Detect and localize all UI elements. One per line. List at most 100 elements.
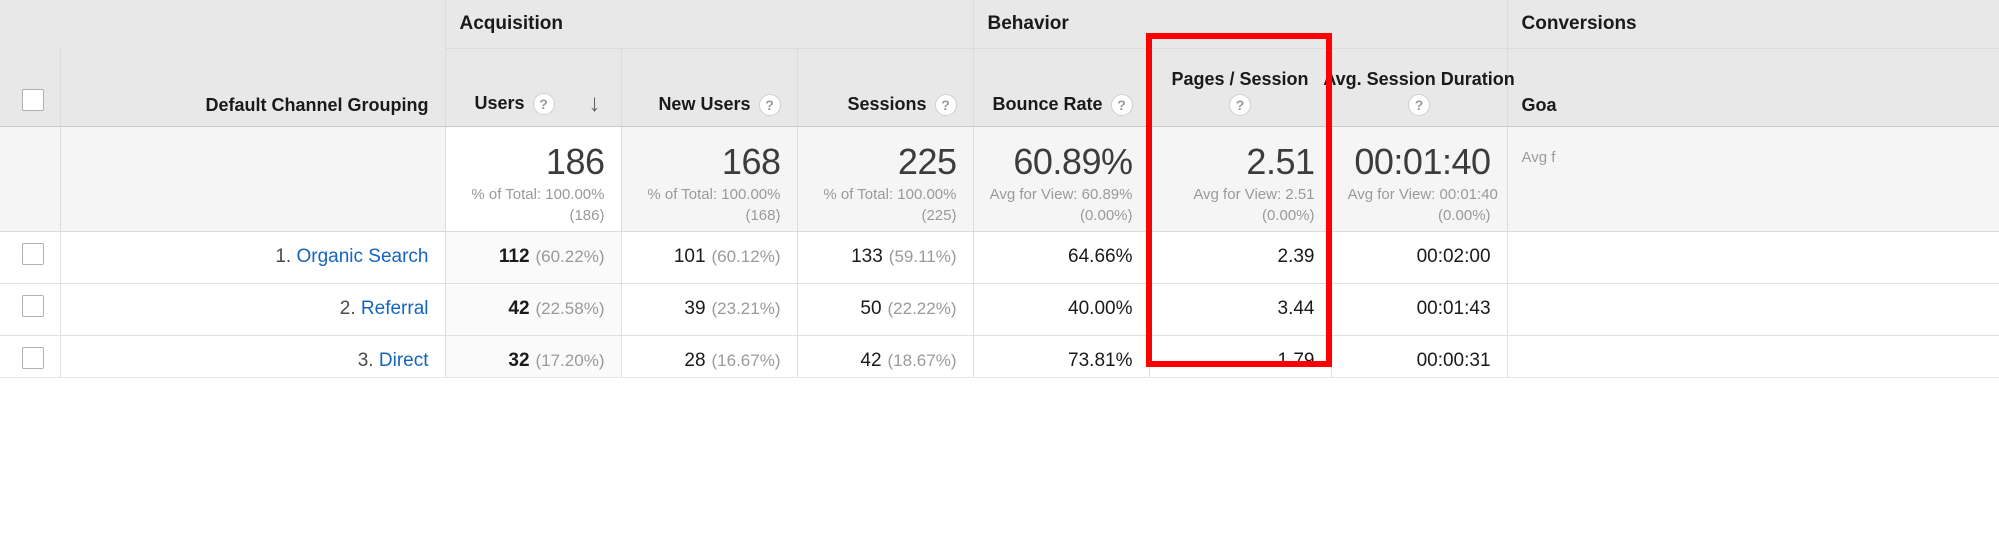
row-select-cell[interactable] [0, 231, 60, 284]
group-header-conversions: Conversions [1506, 0, 1999, 49]
dimension-column-header[interactable]: Default Channel Grouping [59, 48, 445, 127]
row-new-users-value: 101 [673, 246, 706, 267]
row-pages-session-cell: 3.44 [1148, 283, 1331, 336]
row-goal-conversion-cell [1506, 283, 1999, 336]
column-header-avg-session-duration[interactable]: Avg. Session Duration ? [1323, 48, 1515, 127]
summary-pages-session-sub1: Avg for View: 2.51 [1193, 186, 1315, 204]
help-icon[interactable]: ? [934, 93, 957, 116]
column-header-goal-conversion-label: Goa [1521, 94, 1557, 115]
row-select-cell[interactable] [0, 283, 60, 336]
row-users-value: 32 [508, 350, 530, 371]
row-users-cell: 42 (22.58%) [444, 283, 621, 336]
summary-dimension-cell [59, 126, 445, 232]
analytics-channel-table: Acquisition Behavior Conversions Default… [0, 0, 1999, 545]
row-sessions-value: 133 [851, 246, 883, 267]
channel-link[interactable]: Referral [361, 298, 429, 319]
column-header-avg-session-duration-label: Avg. Session Duration [1323, 68, 1515, 89]
row-users-percent: (17.20%) [535, 351, 605, 370]
data-table: Acquisition Behavior Conversions Default… [0, 0, 1999, 388]
summary-sessions-sub1: % of Total: 100.00% [823, 186, 957, 204]
row-users-percent: (60.22%) [535, 247, 605, 266]
summary-bounce-rate-cell: 60.89% Avg for View: 60.89% (0.00%) [972, 126, 1149, 232]
summary-pages-session-cell: 2.51 Avg for View: 2.51 (0.00%) [1148, 126, 1331, 232]
row-goal-conversion-cell [1506, 231, 1999, 284]
summary-avg-session-duration-cell: 00:01:40 Avg for View: 00:01:40 (0.00%) [1330, 126, 1508, 232]
column-header-new-users-label: New Users [658, 94, 751, 114]
row-pages-session-cell: 2.39 [1148, 231, 1331, 284]
row-users-value: 42 [508, 298, 530, 319]
summary-sessions-cell: 225 % of Total: 100.00% (225) [796, 126, 973, 232]
row-users-cell: 112 (60.22%) [444, 231, 621, 284]
row-sessions-cell: 133 (59.11%) [796, 231, 973, 284]
help-icon[interactable]: ? [758, 93, 781, 116]
summary-bounce-rate-sub1: Avg for View: 60.89% [989, 186, 1133, 204]
help-icon[interactable]: ? [1408, 93, 1431, 116]
summary-avg-session-duration-sub2: (0.00%) [1438, 206, 1491, 224]
column-header-sessions-label: Sessions [847, 94, 927, 114]
group-header-behavior: Behavior [972, 0, 1508, 49]
summary-users-value: 186 [545, 140, 605, 182]
row-sessions-cell: 50 (22.22%) [796, 283, 973, 336]
column-header-pages-session[interactable]: Pages / Session ? [1148, 48, 1331, 127]
summary-users-cell: 186 % of Total: 100.00% (186) [444, 126, 621, 232]
column-header-users-label: Users [474, 93, 525, 113]
column-header-pages-session-label: Pages / Session [1171, 68, 1309, 89]
summary-pages-session-value: 2.51 [1246, 140, 1315, 182]
row-sessions-percent: (59.11%) [888, 247, 957, 266]
summary-avg-session-duration-value: 00:01:40 [1354, 140, 1491, 182]
column-header-goal-conversion[interactable]: Goa [1506, 48, 1999, 127]
summary-sessions-value: 225 [897, 140, 957, 182]
row-users-value: 112 [498, 246, 530, 267]
group-header-row: Acquisition Behavior Conversions [0, 0, 1999, 49]
table-row[interactable]: 2. Referral 42 (22.58%) 39 (23.21%) 50 (22.… [0, 283, 1999, 336]
row-avg-session-duration-cell: 00:02:00 [1330, 231, 1508, 284]
summary-new-users-cell: 168 % of Total: 100.00% (168) [620, 126, 797, 232]
row-bounce-rate-cell: 40.00% [972, 283, 1149, 336]
row-new-users-cell: 101 (60.12%) [620, 231, 797, 284]
summary-pages-session-sub2: (0.00%) [1261, 206, 1315, 224]
summary-users-sub2: (186) [569, 206, 605, 224]
summary-goal-conversion-cell: Avg f [1506, 126, 1999, 232]
row-dimension-cell[interactable]: 2. Referral [59, 283, 445, 336]
row-new-users-percent: (16.67%) [711, 351, 781, 370]
summary-goal-conversion-sub1: Avg f [1521, 148, 1556, 166]
sort-descending-icon[interactable]: ↓ [585, 91, 605, 116]
summary-users-sub1: % of Total: 100.00% [471, 186, 605, 204]
row-users-percent: (22.58%) [535, 299, 605, 318]
help-icon[interactable]: ? [532, 92, 555, 115]
channel-link[interactable]: Direct [379, 350, 429, 371]
table-row[interactable]: 1. Organic Search 112 (60.22%) 101 (60.12%… [0, 231, 1999, 284]
row-new-users-cell: 39 (23.21%) [620, 283, 797, 336]
row-new-users-value: 39 [684, 298, 706, 319]
group-header-acquisition: Acquisition [444, 0, 973, 49]
table-bottom-area [0, 377, 1999, 545]
select-all-checkbox[interactable] [21, 88, 44, 111]
row-bounce-rate-cell: 64.66% [972, 231, 1149, 284]
row-new-users-value: 28 [684, 350, 706, 371]
summary-new-users-sub2: (168) [745, 206, 781, 224]
column-header-new-users[interactable]: New Users ? [620, 48, 797, 127]
row-rank: 2. [339, 298, 356, 319]
channel-link[interactable]: Organic Search [296, 246, 428, 267]
help-icon[interactable]: ? [1229, 93, 1251, 116]
column-header-bounce-rate-label: Bounce Rate [992, 94, 1103, 114]
column-header-users[interactable]: Users ? ↓ [444, 48, 621, 127]
column-header-bounce-rate[interactable]: Bounce Rate ? [972, 48, 1149, 127]
row-sessions-percent: (18.67%) [887, 351, 957, 370]
row-checkbox[interactable] [21, 295, 44, 317]
summary-row: 186 % of Total: 100.00% (186) 168 % of T… [0, 126, 1999, 232]
summary-bounce-rate-sub2: (0.00%) [1079, 206, 1133, 224]
row-rank: 1. [275, 246, 292, 267]
summary-checkbox-cell [0, 126, 60, 232]
row-checkbox[interactable] [21, 243, 44, 265]
column-header-sessions[interactable]: Sessions ? [796, 48, 973, 127]
summary-sessions-sub2: (225) [921, 206, 957, 224]
row-dimension-cell[interactable]: 1. Organic Search [59, 231, 445, 284]
metric-header-row: Default Channel Grouping Users ? ↓ New U… [0, 48, 1999, 127]
row-sessions-value: 42 [860, 350, 882, 371]
row-avg-session-duration-cell: 00:01:43 [1330, 283, 1508, 336]
row-checkbox[interactable] [21, 347, 44, 369]
row-new-users-percent: (60.12%) [711, 247, 781, 266]
select-all-header[interactable] [0, 48, 60, 127]
help-icon[interactable]: ? [1110, 93, 1133, 116]
